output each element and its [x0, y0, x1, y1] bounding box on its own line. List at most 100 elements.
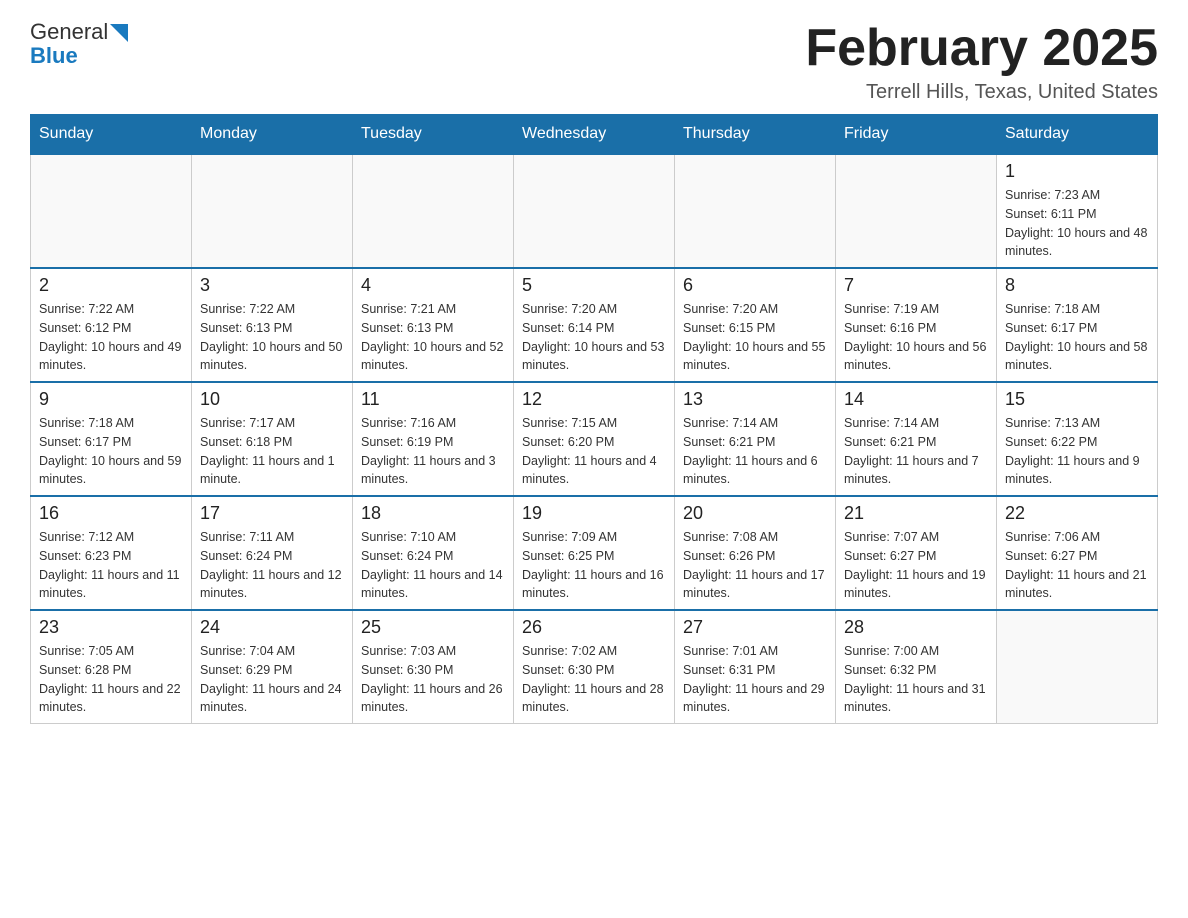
calendar-day-cell: 25 Sunrise: 7:03 AMSunset: 6:30 PMDayligh…: [353, 610, 514, 724]
calendar-day-cell: 4 Sunrise: 7:21 AMSunset: 6:13 PMDaylight…: [353, 268, 514, 382]
day-info: Sunrise: 7:13 AMSunset: 6:22 PMDaylight:…: [1005, 414, 1149, 489]
calendar-week-row: 16 Sunrise: 7:12 AMSunset: 6:23 PMDayligh…: [31, 496, 1158, 610]
day-info: Sunrise: 7:15 AMSunset: 6:20 PMDaylight:…: [522, 414, 666, 489]
calendar-title: February 2025: [805, 20, 1158, 77]
calendar-day-cell: 22Sunrise: 7:06 AMSunset: 6:27 PMDayligh…: [997, 496, 1158, 610]
calendar-day-cell: 14 Sunrise: 7:14 AMSunset: 6:21 PMDayligh…: [836, 382, 997, 496]
day-number: 12: [522, 389, 666, 410]
calendar-day-cell: 10 Sunrise: 7:17 AMSunset: 6:18 PMDayligh…: [192, 382, 353, 496]
calendar-day-cell: 13 Sunrise: 7:14 AMSunset: 6:21 PMDayligh…: [675, 382, 836, 496]
day-number: 15: [1005, 389, 1149, 410]
calendar-day-cell: 21 Sunrise: 7:07 AMSunset: 6:27 PMDayligh…: [836, 496, 997, 610]
title-block: February 2025 Terrell Hills, Texas, Unit…: [805, 20, 1158, 104]
calendar-day-cell: 15 Sunrise: 7:13 AMSunset: 6:22 PMDayligh…: [997, 382, 1158, 496]
day-number: 10: [200, 389, 344, 410]
calendar-day-cell: 9Sunrise: 7:18 AMSunset: 6:17 PMDaylight…: [31, 382, 192, 496]
calendar-body: 1 Sunrise: 7:23 AMSunset: 6:11 PMDaylight…: [31, 154, 1158, 724]
day-info: Sunrise: 7:14 AMSunset: 6:21 PMDaylight:…: [844, 414, 988, 489]
day-info: Sunrise: 7:20 AMSunset: 6:14 PMDaylight:…: [522, 300, 666, 375]
day-number: 13: [683, 389, 827, 410]
day-number: 26: [522, 617, 666, 638]
day-info: Sunrise: 7:09 AMSunset: 6:25 PMDaylight:…: [522, 528, 666, 603]
day-info: Sunrise: 7:04 AMSunset: 6:29 PMDaylight:…: [200, 642, 344, 717]
day-number: 16: [39, 503, 183, 524]
day-number: 24: [200, 617, 344, 638]
calendar-day-cell: 5 Sunrise: 7:20 AMSunset: 6:14 PMDaylight…: [514, 268, 675, 382]
day-number: 21: [844, 503, 988, 524]
day-number: 5: [522, 275, 666, 296]
day-number: 14: [844, 389, 988, 410]
calendar-day-cell: 6 Sunrise: 7:20 AMSunset: 6:15 PMDaylight…: [675, 268, 836, 382]
weekday-header-row: SundayMondayTuesdayWednesdayThursdayFrid…: [31, 115, 1158, 155]
day-info: Sunrise: 7:16 AMSunset: 6:19 PMDaylight:…: [361, 414, 505, 489]
calendar-day-cell: 26 Sunrise: 7:02 AMSunset: 6:30 PMDayligh…: [514, 610, 675, 724]
day-info: Sunrise: 7:10 AMSunset: 6:24 PMDaylight:…: [361, 528, 505, 603]
calendar-day-cell: 23 Sunrise: 7:05 AMSunset: 6:28 PMDayligh…: [31, 610, 192, 724]
calendar-day-cell: 7 Sunrise: 7:19 AMSunset: 6:16 PMDaylight…: [836, 268, 997, 382]
calendar-day-cell: 8 Sunrise: 7:18 AMSunset: 6:17 PMDaylight…: [997, 268, 1158, 382]
day-info: Sunrise: 7:08 AMSunset: 6:26 PMDaylight:…: [683, 528, 827, 603]
day-info: Sunrise: 7:07 AMSunset: 6:27 PMDaylight:…: [844, 528, 988, 603]
calendar-day-cell: 17 Sunrise: 7:11 AMSunset: 6:24 PMDayligh…: [192, 496, 353, 610]
day-info: Sunrise: 7:02 AMSunset: 6:30 PMDaylight:…: [522, 642, 666, 717]
day-number: 17: [200, 503, 344, 524]
day-info: Sunrise: 7:14 AMSunset: 6:21 PMDaylight:…: [683, 414, 827, 489]
day-number: 19: [522, 503, 666, 524]
calendar-day-cell: 11 Sunrise: 7:16 AMSunset: 6:19 PMDayligh…: [353, 382, 514, 496]
day-number: 4: [361, 275, 505, 296]
calendar-day-cell: [675, 154, 836, 268]
logo: General Blue: [30, 20, 128, 68]
day-number: 8: [1005, 275, 1149, 296]
calendar-day-cell: [997, 610, 1158, 724]
calendar-day-cell: 1 Sunrise: 7:23 AMSunset: 6:11 PMDaylight…: [997, 154, 1158, 268]
day-info: Sunrise: 7:18 AMSunset: 6:17 PMDaylight:…: [39, 414, 183, 489]
day-info: Sunrise: 7:22 AMSunset: 6:12 PMDaylight:…: [39, 300, 183, 375]
day-info: Sunrise: 7:23 AMSunset: 6:11 PMDaylight:…: [1005, 186, 1149, 261]
calendar-day-cell: [31, 154, 192, 268]
day-info: Sunrise: 7:19 AMSunset: 6:16 PMDaylight:…: [844, 300, 988, 375]
day-number: 27: [683, 617, 827, 638]
day-info: Sunrise: 7:11 AMSunset: 6:24 PMDaylight:…: [200, 528, 344, 603]
calendar-day-cell: [836, 154, 997, 268]
weekday-header-friday: Friday: [836, 115, 997, 155]
day-info: Sunrise: 7:18 AMSunset: 6:17 PMDaylight:…: [1005, 300, 1149, 375]
weekday-header-sunday: Sunday: [31, 115, 192, 155]
day-number: 3: [200, 275, 344, 296]
day-number: 6: [683, 275, 827, 296]
day-info: Sunrise: 7:20 AMSunset: 6:15 PMDaylight:…: [683, 300, 827, 375]
calendar-day-cell: 16 Sunrise: 7:12 AMSunset: 6:23 PMDayligh…: [31, 496, 192, 610]
day-number: 7: [844, 275, 988, 296]
logo-blue-text: Blue: [30, 44, 128, 68]
day-number: 23: [39, 617, 183, 638]
calendar-day-cell: 18Sunrise: 7:10 AMSunset: 6:24 PMDayligh…: [353, 496, 514, 610]
page-header: General Blue February 2025 Terrell Hills…: [30, 20, 1158, 104]
calendar-week-row: 1 Sunrise: 7:23 AMSunset: 6:11 PMDaylight…: [31, 154, 1158, 268]
day-number: 11: [361, 389, 505, 410]
calendar-week-row: 9Sunrise: 7:18 AMSunset: 6:17 PMDaylight…: [31, 382, 1158, 496]
calendar-day-cell: 3 Sunrise: 7:22 AMSunset: 6:13 PMDaylight…: [192, 268, 353, 382]
day-number: 1: [1005, 161, 1149, 182]
calendar-day-cell: [353, 154, 514, 268]
calendar-day-cell: 19 Sunrise: 7:09 AMSunset: 6:25 PMDayligh…: [514, 496, 675, 610]
logo-general-text: General: [30, 20, 108, 44]
day-info: Sunrise: 7:05 AMSunset: 6:28 PMDaylight:…: [39, 642, 183, 717]
calendar-day-cell: 12 Sunrise: 7:15 AMSunset: 6:20 PMDayligh…: [514, 382, 675, 496]
day-number: 20: [683, 503, 827, 524]
day-info: Sunrise: 7:21 AMSunset: 6:13 PMDaylight:…: [361, 300, 505, 375]
day-info: Sunrise: 7:17 AMSunset: 6:18 PMDaylight:…: [200, 414, 344, 489]
calendar-day-cell: 27 Sunrise: 7:01 AMSunset: 6:31 PMDayligh…: [675, 610, 836, 724]
calendar-day-cell: [192, 154, 353, 268]
weekday-header-saturday: Saturday: [997, 115, 1158, 155]
calendar-header: SundayMondayTuesdayWednesdayThursdayFrid…: [31, 115, 1158, 155]
day-number: 25: [361, 617, 505, 638]
day-info: Sunrise: 7:01 AMSunset: 6:31 PMDaylight:…: [683, 642, 827, 717]
day-info: Sunrise: 7:22 AMSunset: 6:13 PMDaylight:…: [200, 300, 344, 375]
day-number: 28: [844, 617, 988, 638]
day-info: Sunrise: 7:03 AMSunset: 6:30 PMDaylight:…: [361, 642, 505, 717]
calendar-week-row: 2Sunrise: 7:22 AMSunset: 6:12 PMDaylight…: [31, 268, 1158, 382]
day-info: Sunrise: 7:12 AMSunset: 6:23 PMDaylight:…: [39, 528, 183, 603]
weekday-header-tuesday: Tuesday: [353, 115, 514, 155]
calendar-day-cell: [514, 154, 675, 268]
logo-arrow-icon: [110, 24, 128, 42]
calendar-day-cell: 24 Sunrise: 7:04 AMSunset: 6:29 PMDayligh…: [192, 610, 353, 724]
